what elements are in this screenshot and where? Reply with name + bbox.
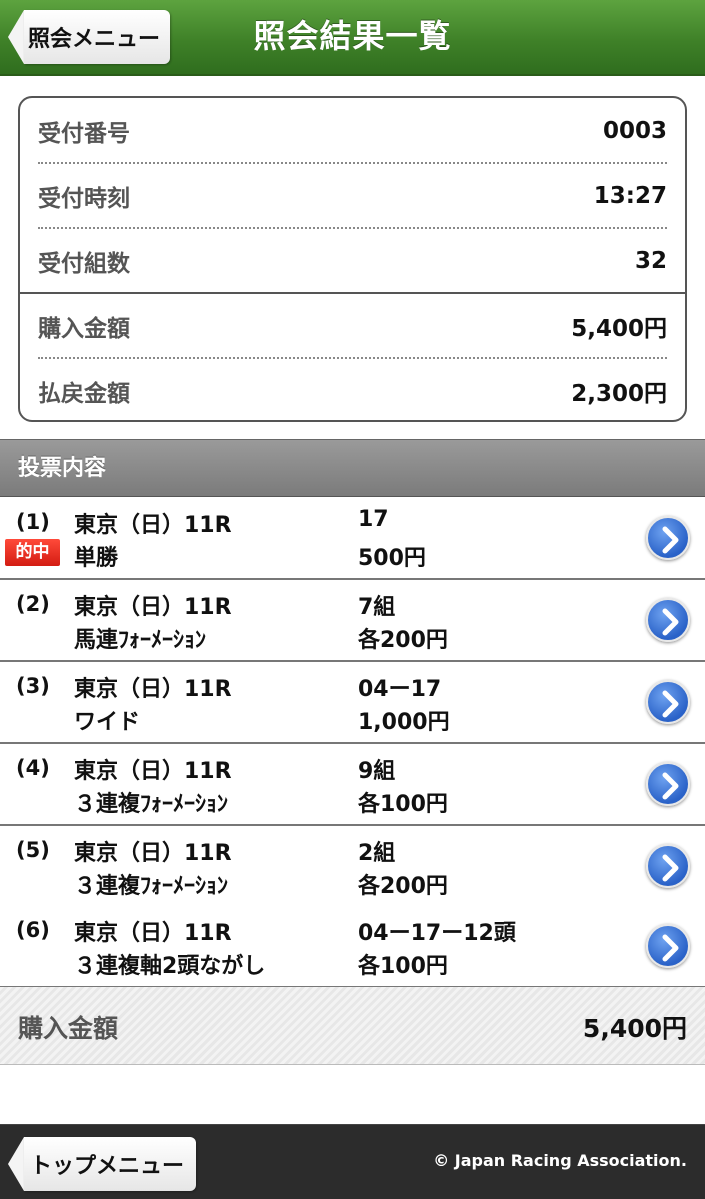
summary-value: 0003 — [602, 117, 667, 144]
total-purchase-bar: 購入金額 5,400円 — [0, 987, 705, 1065]
bet-type: ３連複軸2頭ながし — [74, 954, 266, 979]
summary-value: 2,300円 — [571, 380, 667, 407]
bet-selection: 17 — [358, 507, 389, 532]
bet-race: 東京（日）11R — [74, 759, 232, 784]
summary-row-combination-count: 受付組数 32 — [38, 228, 667, 293]
bet-type: 単勝 — [74, 546, 119, 571]
bet-number: (4) — [16, 756, 50, 780]
copyright-text: © Japan Racing Association. — [433, 1151, 687, 1170]
bet-selection: 04ー17 — [358, 677, 442, 702]
bet-number: (6) — [16, 918, 50, 942]
bet-race: 東京（日）11R — [74, 841, 232, 866]
bet-number: (3) — [16, 674, 50, 698]
reception-summary-card: 受付番号 0003 受付時刻 13:27 受付組数 32 購入金額 5,400円… — [18, 96, 687, 422]
bet-type: ３連複ﾌｫｰﾒｰｼｮﾝ — [74, 874, 229, 899]
bet-number: (2) — [16, 592, 50, 616]
total-value: 5,400円 — [582, 1014, 687, 1043]
bet-amount: 各100円 — [358, 954, 448, 979]
chevron-right-icon[interactable] — [646, 844, 690, 888]
bet-row[interactable]: (6) 東京（日）11R ３連複軸2頭ながし 04ー17ー12頭 各100円 — [0, 906, 705, 988]
chevron-right-icon[interactable] — [646, 516, 690, 560]
summary-value: 5,400円 — [571, 315, 667, 342]
summary-row-purchase-amount: 購入金額 5,400円 — [38, 293, 667, 358]
top-menu-button[interactable]: トップメニュー — [8, 1137, 197, 1191]
bet-row[interactable]: (3) 東京（日）11R ワイド 04ー17 1,000円 — [0, 662, 705, 744]
back-arrow-icon — [8, 10, 24, 64]
summary-value: 32 — [634, 247, 667, 274]
summary-row-payout-amount: 払戻金額 2,300円 — [38, 358, 667, 423]
footer-bar: トップメニュー © Japan Racing Association. — [0, 1124, 705, 1199]
total-label: 購入金額 — [18, 1014, 119, 1043]
bet-selection: 9組 — [358, 759, 396, 784]
hit-badge: 的中 — [5, 539, 60, 566]
summary-label: 受付番号 — [38, 120, 130, 147]
bet-amount: 500円 — [358, 546, 426, 571]
summary-value: 13:27 — [593, 182, 667, 209]
summary-label: 受付組数 — [38, 250, 130, 277]
bet-race: 東京（日）11R — [74, 595, 232, 620]
bet-number: (1) — [16, 510, 50, 534]
bet-race: 東京（日）11R — [74, 513, 232, 538]
summary-label: 払戻金額 — [38, 380, 130, 407]
back-to-inquiry-menu-button[interactable]: 照会メニュー — [8, 10, 171, 64]
chevron-right-icon[interactable] — [646, 762, 690, 806]
back-arrow-icon — [8, 1137, 24, 1191]
summary-row-receipt-time: 受付時刻 13:27 — [38, 163, 667, 228]
summary-row-receipt-number: 受付番号 0003 — [38, 98, 667, 163]
section-title-bet-contents: 投票内容 — [0, 439, 705, 497]
bet-type: 馬連ﾌｫｰﾒｰｼｮﾝ — [74, 628, 207, 653]
bet-selection: 04ー17ー12頭 — [358, 921, 516, 946]
chevron-right-icon[interactable] — [646, 924, 690, 968]
bet-type: ワイド — [74, 710, 141, 735]
bet-race: 東京（日）11R — [74, 677, 232, 702]
bet-selection: 7組 — [358, 595, 396, 620]
bet-row[interactable]: (1) 的中 東京（日）11R 単勝 17 500円 — [0, 498, 705, 580]
header-bar: 照会結果一覧 照会メニュー — [0, 0, 705, 76]
bet-row[interactable]: (5) 東京（日）11R ３連複ﾌｫｰﾒｰｼｮﾝ 2組 各200円 — [0, 826, 705, 908]
bet-row[interactable]: (4) 東京（日）11R ３連複ﾌｫｰﾒｰｼｮﾝ 9組 各100円 — [0, 744, 705, 826]
bet-row[interactable]: (2) 東京（日）11R 馬連ﾌｫｰﾒｰｼｮﾝ 7組 各200円 — [0, 580, 705, 662]
bet-type: ３連複ﾌｫｰﾒｰｼｮﾝ — [74, 792, 229, 817]
summary-label: 受付時刻 — [38, 185, 130, 212]
chevron-right-icon[interactable] — [646, 680, 690, 724]
chevron-right-icon[interactable] — [646, 598, 690, 642]
bet-number: (5) — [16, 838, 50, 862]
bet-amount: 各200円 — [358, 628, 448, 653]
bet-amount: 各200円 — [358, 874, 448, 899]
back-button-label: 照会メニュー — [24, 10, 171, 64]
bet-amount: 各100円 — [358, 792, 448, 817]
top-menu-label: トップメニュー — [24, 1137, 197, 1191]
bet-selection: 2組 — [358, 841, 396, 866]
summary-label: 購入金額 — [38, 315, 130, 342]
bet-race: 東京（日）11R — [74, 921, 232, 946]
bet-amount: 1,000円 — [358, 710, 450, 735]
